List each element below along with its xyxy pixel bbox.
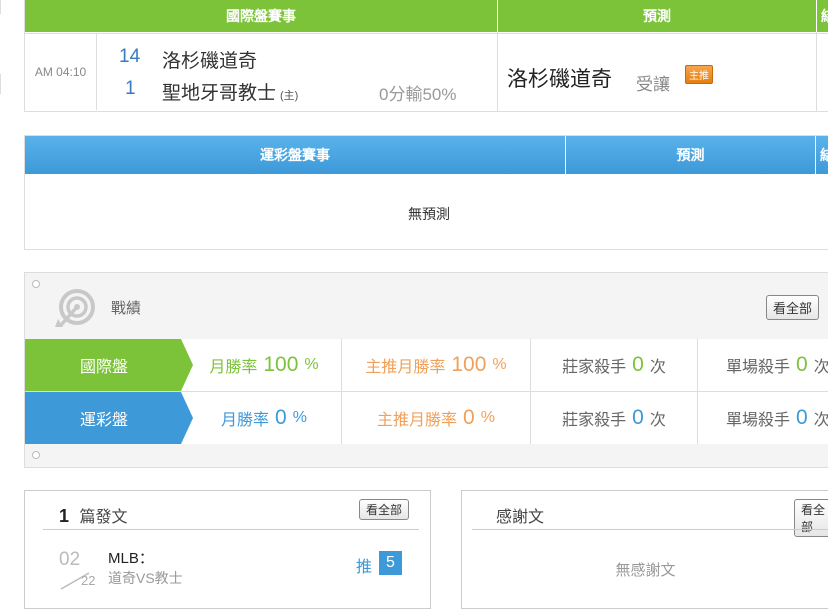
intl-banker-times: 次 [649,359,666,376]
home-team: 聖地牙哥教士 (主) [162,78,298,105]
intl-banker-count: 0 [632,353,644,376]
posts-see-all-button[interactable]: 看全部 [359,499,410,520]
intl-header-match: 國際盤賽事 [25,0,497,32]
row-divider [25,391,828,392]
intl-label: 國際盤 [79,359,128,376]
no-prediction-text: 無預測 [408,206,450,222]
lottery-banker-count: 0 [632,406,644,429]
record-see-all-button[interactable]: 看全部 [766,295,820,320]
home-team-name: 聖地牙哥教士 [162,83,277,104]
intl-month-rate-pct: % [304,356,319,373]
lottery-month-rate: 月勝率 0% [187,392,342,444]
posts-title-label: 篇發文 [79,509,128,526]
header-divider [816,0,817,32]
corner-dot [32,451,40,459]
intl-month-rate: 月勝率 100% [187,339,342,391]
lottery-main-rate: 主推月勝率 0% [342,392,531,444]
lottery-month-rate-pct: % [292,409,307,426]
lottery-match-panel: 運彩盤賽事 預測 結 無預測 [24,135,828,250]
away-score: 14 [119,46,141,67]
lottery-banker-label: 莊家殺手 [562,412,627,429]
main-pick-badge: 主推 [685,65,713,84]
intl-match-panel: 國際盤賽事 預測 結 AM 04:10 14 洛杉磯道奇 1 聖地牙哥教士(主)… [24,0,828,112]
posts-title: 1 篇發文 [59,503,127,527]
column-divider [497,32,498,111]
lottery-header-match: 運彩盤賽事 [25,136,565,174]
lottery-main-rate-pct: % [480,409,495,426]
record-title: 戰績 [111,300,142,317]
posts-count: 1 [59,506,70,526]
thanks-see-all-button[interactable]: 看全部 [794,499,828,537]
lottery-month-rate-value: 0 [275,406,287,429]
thanks-title: 感謝文 [496,509,545,526]
posts-divider [43,529,419,530]
intl-banker-label: 莊家殺手 [562,359,627,376]
lottery-banker-times: 次 [649,412,666,429]
prediction-team: 洛杉磯道奇 [507,68,612,91]
left-guide-line [0,74,1,94]
intl-main-rate-value: 100 [451,353,487,376]
left-guide-line [0,0,1,14]
intl-single-times: 次 [814,353,828,377]
lottery-main-rate-value: 0 [463,406,475,429]
intl-header-result: 結 [817,0,828,32]
intl-header-prediction: 預測 [498,0,816,32]
intl-single-killer: 單場殺手 0次 [698,339,828,391]
record-row-intl: 國際盤 月勝率100% 主推月勝率100% 莊家殺手0次 單場殺手0次 [25,339,828,391]
posts-panel: 1 篇發文 看全部 02 22 MLB： 道奇VS教士 推 5 [24,490,431,609]
thanks-divider [472,529,828,530]
intl-single-count: 0 [796,353,808,376]
lottery-single-killer: 單場殺手 0次 [698,392,828,444]
intl-main-rate-pct: % [492,356,507,373]
post-subject[interactable]: 道奇VS教士 [108,568,183,588]
post-category[interactable]: MLB： [108,547,154,568]
push-count: 5 [379,551,402,575]
column-divider [816,32,817,111]
intl-main-rate: 主推月勝率 100% [342,339,531,391]
lottery-label: 運彩盤 [79,412,128,429]
row-divider [25,33,828,34]
lottery-single-label: 單場殺手 [726,412,791,429]
post-day: 22 [81,573,96,588]
intl-single-label: 單場殺手 [726,359,791,376]
home-score: 1 [125,78,136,99]
no-thanks-text: 無感謝文 [615,562,676,579]
intl-main-rate-label: 主推月勝率 [365,359,446,376]
prediction-direction: 受讓 [636,75,670,94]
handicap: 0分輸50% [379,85,457,104]
thanks-panel: 感謝文 看全部 無感謝文 [461,490,828,609]
lottery-banker-killer: 莊家殺手 0 次 [531,392,698,444]
push-label: 推 [356,559,373,576]
lottery-single-count: 0 [796,406,808,429]
target-icon [55,289,95,327]
lottery-main-rate-label: 主推月勝率 [377,412,458,429]
away-team: 洛杉磯道奇 [162,51,258,72]
lottery-month-rate-label: 月勝率 [221,412,270,429]
home-tag: (主) [280,90,299,102]
header-divider [815,136,816,174]
lottery-header-result: 結 [816,136,828,174]
lottery-single-times: 次 [814,406,828,430]
intl-banker-killer: 莊家殺手 0 次 [531,339,698,391]
intl-month-rate-value: 100 [263,353,299,376]
intl-month-rate-label: 月勝率 [209,359,258,376]
lottery-header-prediction: 預測 [566,136,815,174]
header-divider [497,0,498,32]
header-divider [565,136,566,174]
corner-dot [32,280,40,288]
match-time: AM 04:10 [25,34,97,110]
record-panel: 戰績 看全部 國際盤 月勝率 100% 主推月勝率 100% 莊家殺手 0 次 單場殺手… [24,272,828,468]
record-row-lottery: 運彩盤 月勝率0% 主推月勝率0% 莊家殺手0次 單場殺手0次 [25,392,828,444]
